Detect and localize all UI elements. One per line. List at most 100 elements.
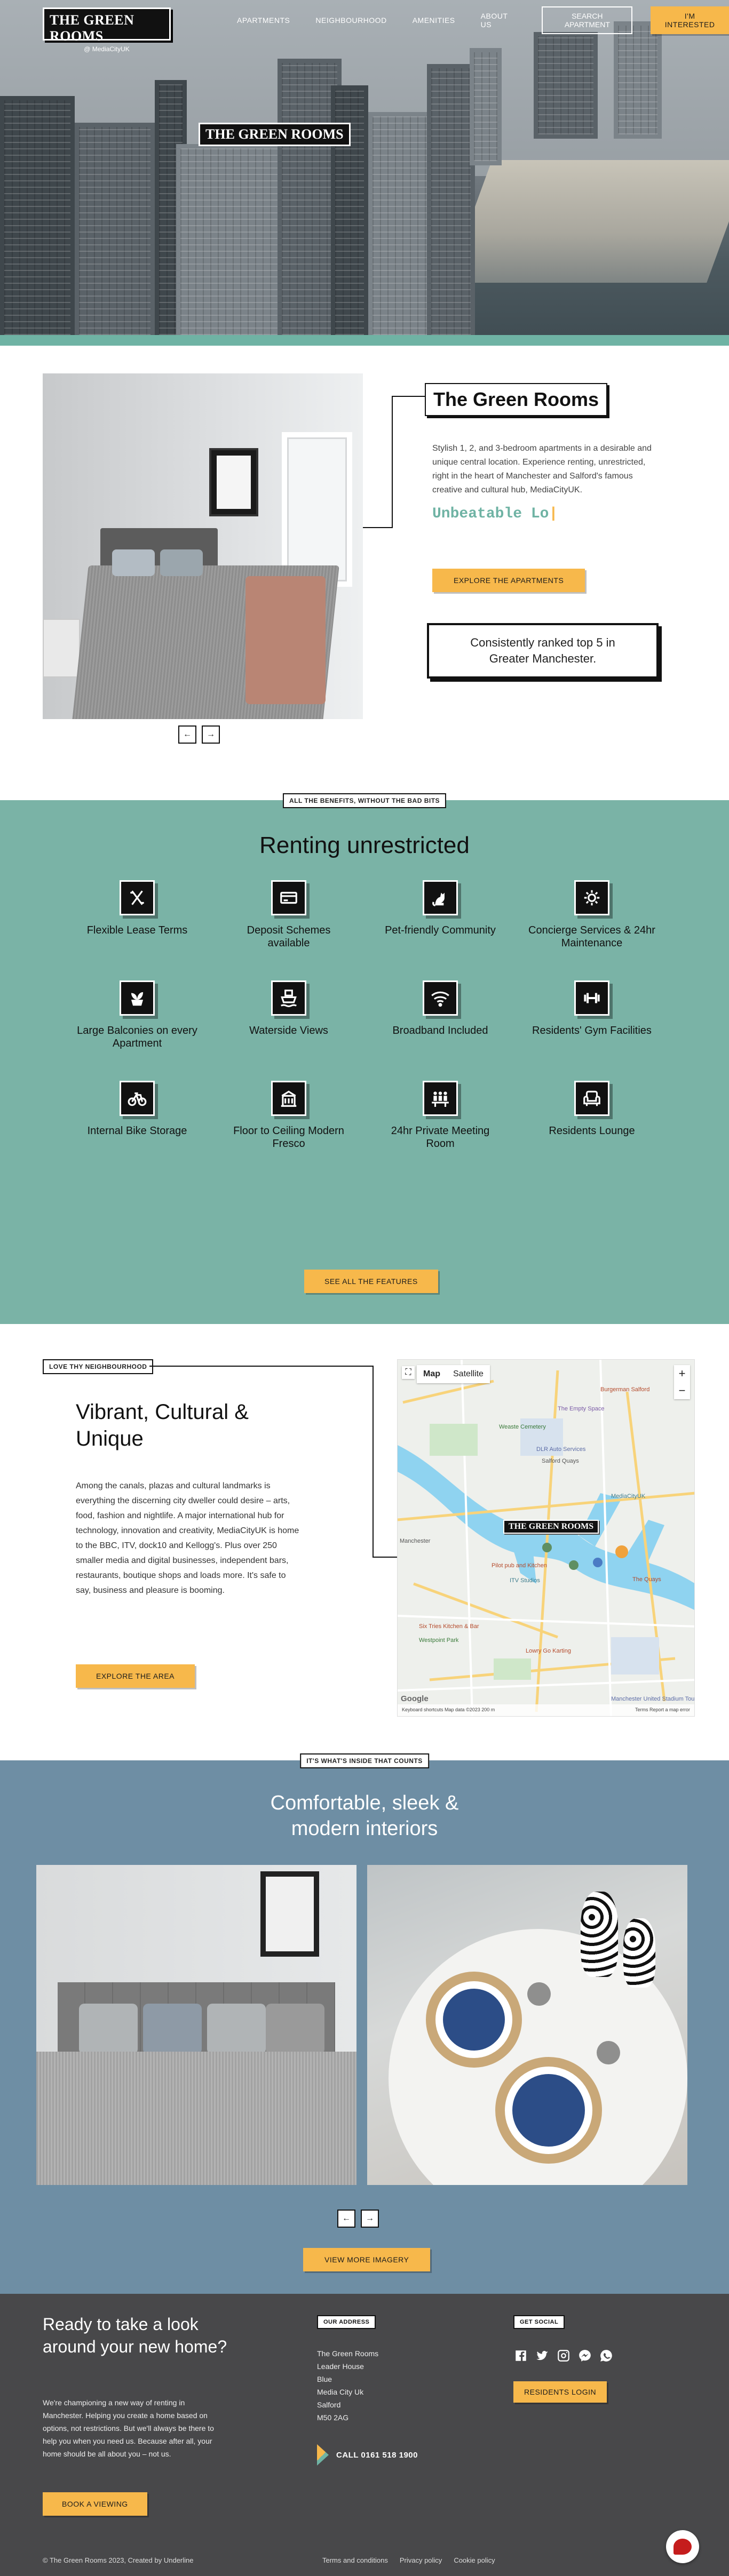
interiors-section: IT'S WHAT'S INSIDE THAT COUNTS Comfortab… xyxy=(0,1753,729,2294)
terms-link[interactable]: Terms and conditions xyxy=(322,2556,388,2564)
feature-label: Deposit Schemes available xyxy=(247,924,331,949)
search-apartment-button[interactable]: SEARCH APARTMENT xyxy=(542,6,633,34)
explore-area-button[interactable]: EXPLORE THE AREA xyxy=(76,1664,195,1688)
map-place-label: Weaste Cemetery xyxy=(499,1424,546,1430)
address-line: Leader House xyxy=(317,2362,364,2371)
twitter-icon[interactable] xyxy=(535,2348,550,2363)
feature-item: Broadband Included xyxy=(364,980,516,1050)
copyright-text: © The Green Rooms 2023, Created by Under… xyxy=(43,2556,194,2564)
feature-item: Floor to Ceiling Modern Fresco xyxy=(213,1081,364,1150)
logo-text: THE GREEN ROOMS xyxy=(50,12,134,44)
map-place-label: MediaCityUK xyxy=(611,1493,646,1500)
feature-item: Pet-friendly Community xyxy=(364,880,516,950)
map-place-label: Lowry Go Karting xyxy=(526,1648,571,1654)
feature-item: Residents' Gym Facilities xyxy=(516,980,668,1050)
map-place-label: Pilot pub and Kitchen xyxy=(492,1562,547,1569)
google-logo: Google xyxy=(401,1694,429,1703)
view-more-imagery-button[interactable]: VIEW MORE IMAGERY xyxy=(303,2248,431,2271)
zoom-in-button[interactable]: + xyxy=(674,1365,690,1382)
hero-building xyxy=(0,96,75,346)
address-line: Salford xyxy=(317,2400,341,2409)
feature-label: Pet-friendly Community xyxy=(385,924,496,936)
map-terms[interactable]: Terms Report a map error xyxy=(635,1707,690,1713)
footer-description: We're championing a new way of renting i… xyxy=(43,2398,214,2458)
meeting-icon xyxy=(423,1081,458,1116)
residents-login-button[interactable]: RESIDENTS LOGIN xyxy=(513,2381,607,2403)
feature-item: Large Balconies on every Apartment xyxy=(61,980,213,1050)
map-place-label: ITV Studios xyxy=(510,1577,540,1584)
google-map[interactable]: The Empty Space Burgerman Salford Weaste… xyxy=(397,1359,695,1717)
footer-title: Ready to take a look around your new hom… xyxy=(43,2315,227,2356)
ranked-callout: Consistently ranked top 5 in Greater Man… xyxy=(427,623,659,679)
see-all-features-button[interactable]: SEE ALL THE FEATURES xyxy=(304,1270,438,1293)
bedroom-photo xyxy=(43,373,363,719)
connector-line xyxy=(149,1366,374,1367)
chat-bubble-icon xyxy=(673,2539,692,2555)
feature-label: Concierge Services & 24hr Maintenance xyxy=(528,924,655,949)
feature-label: 24hr Private Meeting Room xyxy=(391,1125,490,1150)
dumbbell-icon xyxy=(574,980,609,1016)
map-place-label: Salford Quays xyxy=(542,1458,579,1464)
instagram-icon[interactable] xyxy=(556,2348,571,2363)
boat-icon xyxy=(271,980,306,1016)
nav-link-about-us[interactable]: ABOUT US xyxy=(468,9,532,32)
whatsapp-icon[interactable] xyxy=(599,2348,614,2363)
slider-next-button[interactable]: → xyxy=(202,725,220,744)
neighbourhood-description: Among the canals, plazas and cultural la… xyxy=(76,1481,299,1595)
slider-prev-button[interactable]: ← xyxy=(178,725,196,744)
map-place-label: Six Tries Kitchen & Bar xyxy=(419,1623,479,1630)
slider-prev-button[interactable]: ← xyxy=(337,2210,355,2228)
building-sign: THE GREEN ROOMS xyxy=(199,123,351,146)
slider-next-button[interactable]: → xyxy=(361,2210,379,2228)
section-tag: IT'S WHAT'S INSIDE THAT COUNTS xyxy=(300,1753,429,1768)
messenger-icon[interactable] xyxy=(577,2348,592,2363)
site-footer: Ready to take a look around your new hom… xyxy=(0,2294,729,2576)
privacy-link[interactable]: Privacy policy xyxy=(400,2556,442,2564)
connector-line xyxy=(373,1366,374,1558)
social-links xyxy=(513,2348,614,2363)
feature-label: Residents' Gym Facilities xyxy=(532,1025,652,1036)
hero-building xyxy=(368,112,432,346)
map-location-marker[interactable]: THE GREEN ROOMS xyxy=(503,1520,599,1534)
facebook-icon[interactable] xyxy=(513,2348,528,2363)
flexible-lease-icon xyxy=(120,880,155,915)
address-tag: OUR ADDRESS xyxy=(317,2315,376,2329)
plant-icon xyxy=(120,980,155,1016)
main-nav: APARTMENTS NEIGHBOURHOOD AMENITIES ABOUT… xyxy=(224,6,729,34)
feature-item: Residents Lounge xyxy=(516,1081,668,1150)
explore-apartments-button[interactable]: EXPLORE THE APARTMENTS xyxy=(432,569,585,592)
cookie-link[interactable]: Cookie policy xyxy=(454,2556,495,2564)
map-attribution[interactable]: Keyboard shortcuts Map data ©2023 200 m xyxy=(402,1707,495,1713)
feature-item: 24hr Private Meeting Room xyxy=(364,1081,516,1150)
book-viewing-button[interactable]: BOOK A VIEWING xyxy=(43,2492,147,2516)
wifi-icon xyxy=(423,980,458,1016)
map-fullscreen-button[interactable]: ⛶ xyxy=(402,1366,415,1379)
call-text: CALL 0161 518 1900 xyxy=(336,2450,418,2460)
zoom-out-button[interactable]: − xyxy=(674,1382,690,1399)
ticker-cursor: | xyxy=(549,506,558,522)
address-line: Media City Uk xyxy=(317,2388,364,2396)
feature-label: Large Balconies on every Apartment xyxy=(77,1025,197,1049)
address-block: The Green Rooms Leader House Blue Media … xyxy=(317,2347,378,2424)
map-tab[interactable]: Map xyxy=(417,1365,447,1383)
im-interested-button[interactable]: I'M INTERESTED xyxy=(651,6,729,34)
connector-line xyxy=(373,1557,397,1558)
call-link[interactable]: CALL 0161 518 1900 xyxy=(317,2444,418,2466)
hero-section: THE GREEN ROOMS THE GREEN ROOMS @ MediaC… xyxy=(0,0,729,346)
nav-link-amenities[interactable]: AMENITIES xyxy=(400,13,468,28)
map-place-label: DLR Auto Services xyxy=(536,1446,586,1453)
typing-ticker: Unbeatable Lo| xyxy=(432,506,558,522)
site-logo[interactable]: THE GREEN ROOMS @ MediaCityUK xyxy=(43,7,171,53)
nav-link-neighbourhood[interactable]: NEIGHBOURHOOD xyxy=(303,13,399,28)
building-icon xyxy=(271,1081,306,1116)
neighbourhood-title: Vibrant, Cultural & Unique xyxy=(76,1400,249,1450)
chat-widget-button[interactable] xyxy=(666,2530,699,2563)
map-place-label: Manchester United Stadium Tour xyxy=(611,1696,695,1702)
hero-building xyxy=(614,21,662,139)
satellite-tab[interactable]: Satellite xyxy=(447,1365,490,1383)
nav-link-apartments[interactable]: APARTMENTS xyxy=(224,13,303,28)
map-zoom-control: + − xyxy=(674,1365,690,1399)
interiors-slider-controls: ← → xyxy=(337,2210,379,2228)
feature-label: Floor to Ceiling Modern Fresco xyxy=(233,1125,344,1150)
map-footer: Keyboard shortcuts Map data ©2023 200 m … xyxy=(398,1704,694,1716)
